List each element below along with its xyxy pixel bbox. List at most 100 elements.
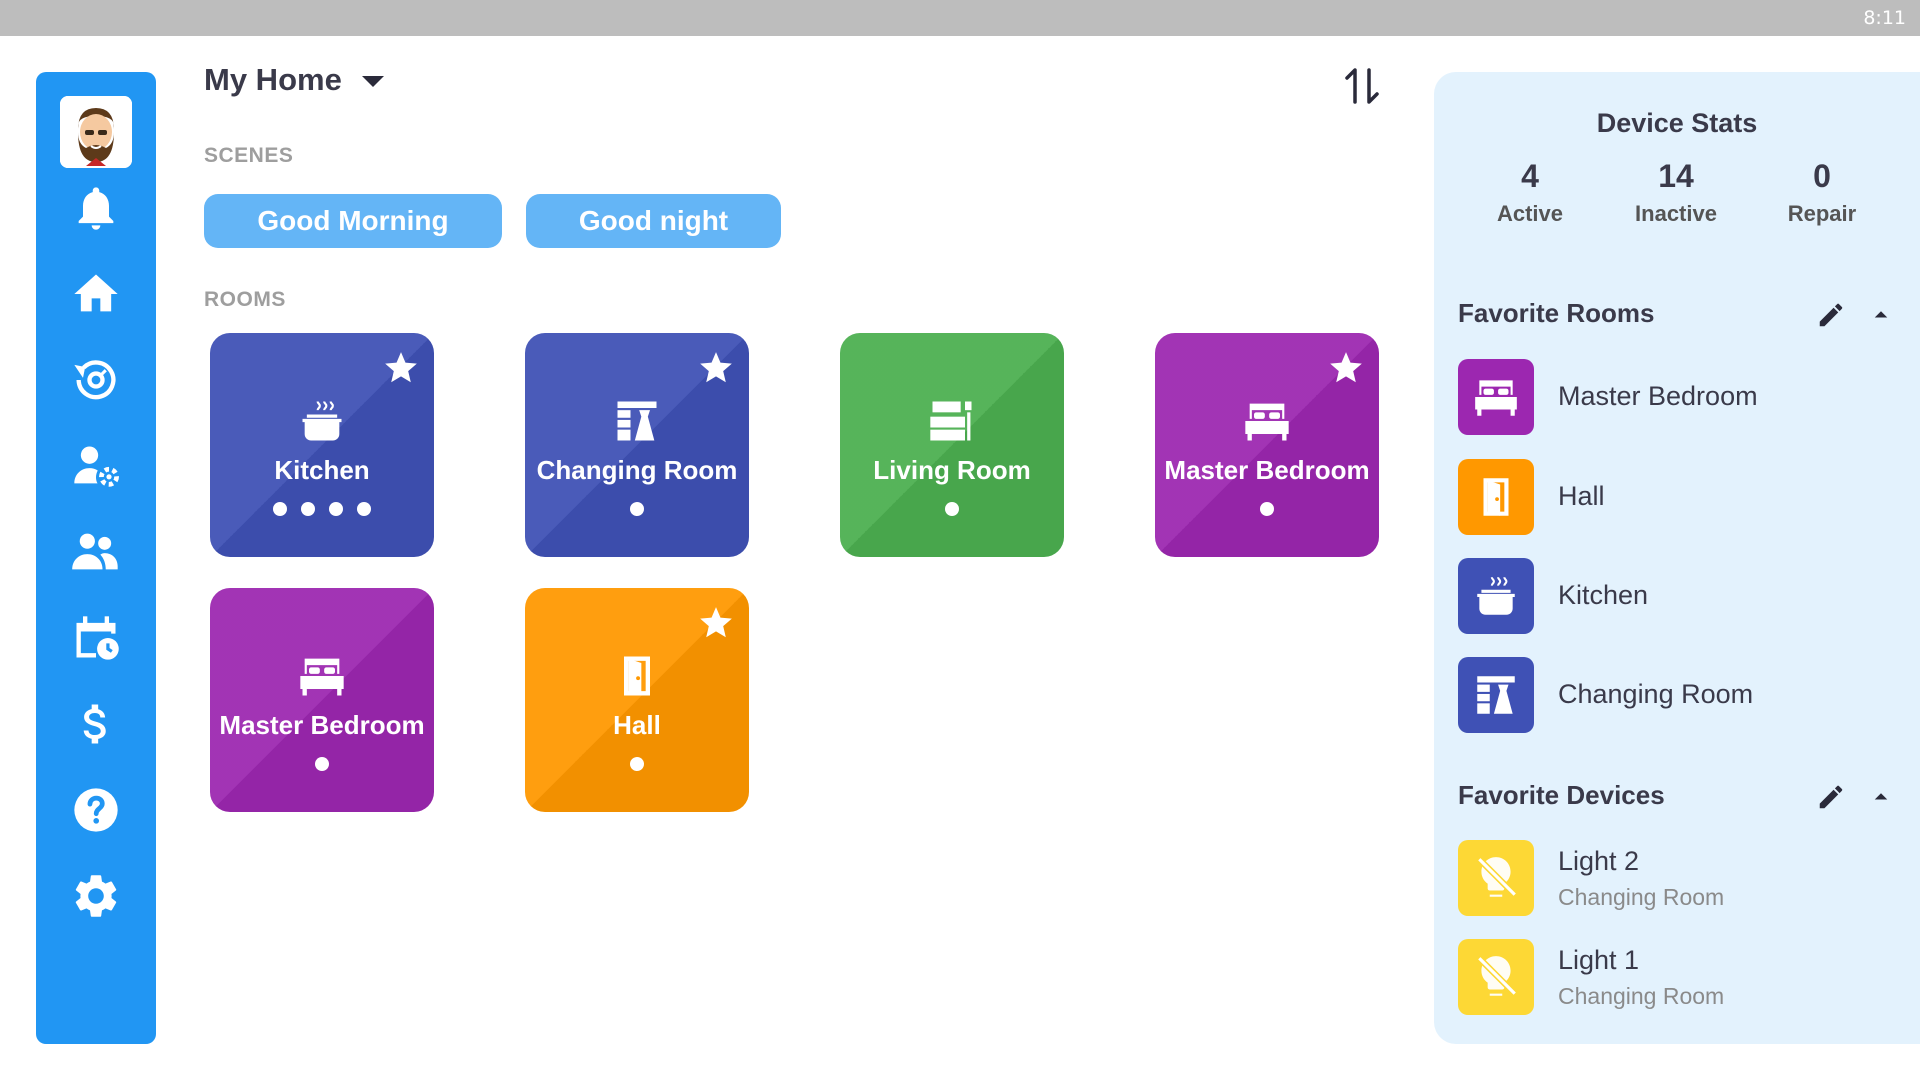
room-name: Master Bedroom [219, 710, 425, 740]
favorite-room-item[interactable]: Kitchen [1458, 558, 1898, 634]
fav-device-name: Light 2 [1558, 846, 1640, 876]
sort-icon [1345, 68, 1379, 104]
gear-icon [75, 875, 117, 917]
room-tile-master-bedroom[interactable]: Master Bedroom [1155, 333, 1379, 557]
fav-device-name: Light 1 [1558, 945, 1640, 975]
device-dots [525, 757, 749, 771]
fav-room-icon [1458, 558, 1534, 634]
bed-icon [300, 658, 344, 696]
wardrobe-icon [1477, 676, 1515, 714]
favorite-device-item[interactable]: Light 2 Changing Room [1458, 840, 1898, 916]
star-icon[interactable] [697, 349, 735, 387]
fav-device-room: Changing Room [1558, 983, 1725, 1009]
fav-device-room: Changing Room [1558, 884, 1725, 910]
favorite-room-item[interactable]: Hall [1458, 459, 1898, 535]
device-dots [1155, 502, 1379, 516]
fav-device-icon [1458, 840, 1534, 916]
avatar[interactable] [60, 96, 132, 168]
pot-icon [1477, 577, 1515, 615]
scenes-label: SCENES [204, 144, 294, 167]
pot-icon [302, 401, 342, 441]
user-gear-icon [74, 446, 119, 487]
stat-active: 4 Active [1457, 158, 1603, 227]
home-title: My Home [204, 62, 342, 97]
scene-good-morning-button[interactable]: Good Morning [204, 194, 502, 248]
star-icon[interactable] [697, 604, 735, 642]
fav-device-icon [1458, 939, 1534, 1015]
bed-icon [1245, 403, 1289, 441]
fav-room-name: Kitchen [1558, 580, 1649, 610]
fav-room-icon [1458, 359, 1534, 435]
device-dots [210, 502, 434, 516]
door-icon [1483, 478, 1509, 516]
calendar-clock-icon [76, 616, 119, 660]
stat-value: 0 [1813, 158, 1831, 194]
sidebar-item-user-settings[interactable] [36, 430, 156, 502]
status-bar: 8:11 [0, 0, 1920, 36]
sidebar-item-schedule[interactable] [36, 602, 156, 674]
sidebar-item-home[interactable] [36, 258, 156, 330]
bed-icon [1475, 380, 1517, 416]
stat-inactive: 14 Inactive [1603, 158, 1749, 227]
fav-room-icon [1458, 459, 1534, 535]
room-tile-hall[interactable]: Hall [525, 588, 749, 812]
pencil-icon[interactable] [1816, 300, 1846, 330]
favorite-room-item[interactable]: Changing Room [1458, 657, 1898, 733]
stat-value: 14 [1658, 158, 1694, 194]
pencil-icon[interactable] [1816, 782, 1846, 812]
stat-repair: 0 Repair [1749, 158, 1895, 227]
door-icon [624, 656, 650, 696]
dollar-icon [83, 704, 106, 744]
star-icon[interactable] [382, 349, 420, 387]
stat-label: Inactive [1635, 201, 1717, 226]
sidebar-item-billing[interactable] [36, 688, 156, 760]
fav-room-icon [1458, 657, 1534, 733]
light-off-icon [1477, 857, 1517, 897]
room-tile-changing-room[interactable]: Changing Room [525, 333, 749, 557]
rooms-label: ROOMS [204, 288, 286, 311]
favorite-device-item[interactable]: Light 1 Changing Room [1458, 939, 1898, 1015]
scene-good-night-button[interactable]: Good night [526, 194, 781, 248]
favorite-rooms-title: Favorite Rooms [1458, 298, 1655, 328]
sort-button[interactable] [1338, 62, 1386, 110]
stat-label: Repair [1787, 201, 1857, 226]
fav-room-name: Hall [1558, 481, 1605, 511]
room-name: Master Bedroom [1164, 455, 1370, 485]
sofa-icon [930, 401, 972, 441]
collapse-up-icon[interactable] [1866, 782, 1896, 812]
stat-label: Active [1496, 201, 1564, 226]
room-name: Hall [613, 710, 661, 740]
sidebar-item-notifications[interactable] [36, 172, 156, 244]
device-dots [525, 502, 749, 516]
sidebar-item-users[interactable] [36, 516, 156, 588]
room-tile-master-bedroom[interactable]: Master Bedroom [210, 588, 434, 812]
home-selector[interactable]: My Home [204, 62, 384, 98]
bell-icon [78, 187, 114, 230]
star-icon[interactable] [1327, 349, 1365, 387]
sidebar-item-help[interactable] [36, 774, 156, 846]
room-tile-living-room[interactable]: Living Room [840, 333, 1064, 557]
room-tile-kitchen[interactable]: Kitchen [210, 333, 434, 557]
history-icon [74, 360, 116, 400]
device-dots [840, 502, 1064, 516]
wardrobe-icon [617, 401, 657, 441]
collapse-up-icon[interactable] [1866, 300, 1896, 330]
sidebar [36, 72, 156, 1044]
stat-value: 4 [1521, 158, 1539, 194]
status-time: 8:11 [1863, 7, 1906, 29]
room-name: Living Room [873, 455, 1031, 485]
caret-down-icon [361, 75, 384, 87]
device-stats-title: Device Stats [1596, 108, 1758, 138]
fav-room-name: Master Bedroom [1558, 381, 1758, 411]
fav-room-name: Changing Room [1558, 679, 1754, 709]
sidebar-item-history[interactable] [36, 344, 156, 416]
favorite-devices-title: Favorite Devices [1458, 780, 1665, 810]
room-name: Changing Room [536, 455, 738, 485]
right-panel: Device Stats 4 Active 14 Inactive 0 Repa… [1434, 72, 1920, 1044]
room-name: Kitchen [274, 455, 370, 485]
favorite-room-item[interactable]: Master Bedroom [1458, 359, 1898, 435]
home-icon [74, 274, 118, 312]
light-off-icon [1477, 956, 1517, 996]
users-icon [72, 533, 118, 570]
sidebar-item-settings[interactable] [36, 860, 156, 932]
